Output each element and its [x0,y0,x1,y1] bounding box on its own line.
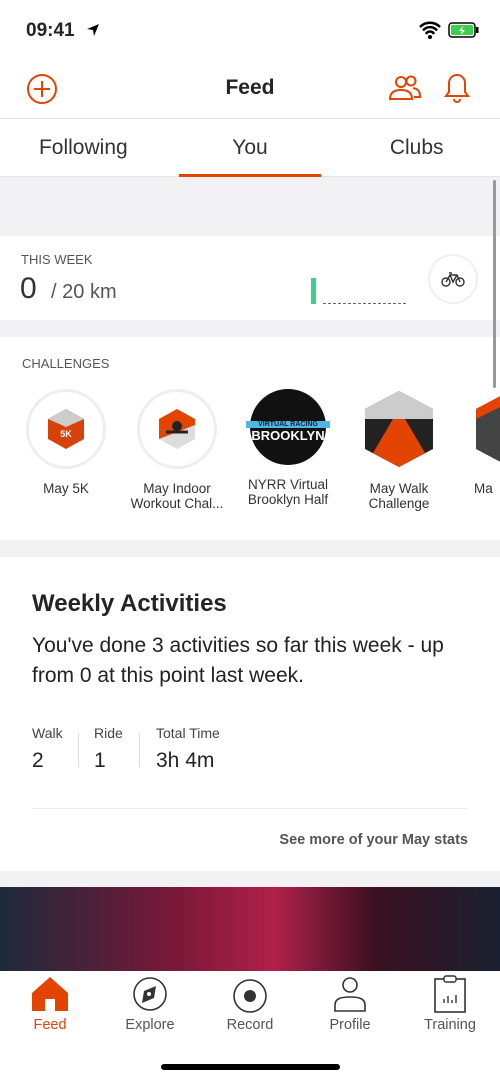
challenge-name: May 5K [43,481,89,496]
battery-icon [448,22,479,38]
challenge-item[interactable]: 5K May 5K [11,389,121,496]
challenges-label: CHALLENGES [22,356,110,371]
challenge-item[interactable]: May Indoor Workout Chal... [122,389,232,511]
challenge-badge: VIRTUAL RACING BROOKLYN [246,389,330,465]
tab-label: Record [226,1017,274,1033]
stat-value: 2 [32,749,44,772]
stat-value: 1 [94,749,106,772]
goal-ring[interactable] [428,254,478,304]
tab-label: Profile [329,1017,371,1033]
stat-label: Walk [32,725,63,741]
challenge-item[interactable]: May Walk Challenge [344,389,454,511]
tab-you[interactable]: You [167,119,334,177]
weekly-activities-card: Weekly Activities You've done 3 activiti… [0,557,500,871]
challenge-item[interactable]: VIRTUAL RACING BROOKLYN NYRR Virtual Bro… [233,389,343,507]
tab-label: Explore [125,1017,175,1033]
challenges-card: CHALLENGES 5K May 5K May Indoor Workout … [0,337,500,540]
badge-text: BROOKLYN [251,428,325,443]
weekly-summary: You've done 3 activities so far this wee… [32,634,444,687]
stat-value: 3h 4m [156,749,215,772]
challenge-name: Ma [474,481,493,496]
tab-label: Feed [33,1017,67,1033]
challenge-name: NYRR Virtual Brooklyn Half [247,477,329,507]
tab-clubs[interactable]: Clubs [333,119,500,176]
scrollbar[interactable] [493,180,496,388]
challenge-badge [474,389,500,469]
record-icon [233,979,267,1013]
svg-text:5K: 5K [60,429,72,439]
this-week-label: THIS WEEK [21,252,93,267]
week-bar-today [311,278,316,304]
challenge-badge: 5K [26,389,106,469]
page-title: Feed [225,76,275,99]
stat-walk: Walk 2 [32,725,63,773]
see-more-stats-link[interactable]: See more of your May stats [279,832,468,848]
home-indicator[interactable] [161,1064,340,1070]
tab-label: Training [424,1017,476,1033]
training-clipboard-icon [434,975,466,1013]
status-bar: 09:41 [0,0,500,60]
stat-total-time: Total Time 3h 4m [156,725,220,773]
challenge-badge [359,389,439,469]
location-icon [87,24,99,36]
compass-icon [133,977,167,1011]
challenge-name: May Indoor Workout Chal... [130,481,224,511]
home-icon [32,977,68,1011]
badge-text: VIRTUAL RACING [246,421,330,428]
clock: 09:41 [26,20,75,41]
feed-tabs: Following You Clubs [0,118,500,177]
bike-icon [441,272,465,287]
divider [78,733,79,767]
challenge-badge [137,389,217,469]
distance-value: 0 [20,272,37,305]
top-nav: Feed [0,60,500,118]
week-baseline [323,303,406,304]
stat-label: Ride [94,725,123,741]
tab-following[interactable]: Following [0,119,167,176]
this-week-card[interactable]: THIS WEEK 0 / 20 km [0,236,500,320]
notifications-icon[interactable] [443,72,471,104]
wifi-icon [419,21,441,39]
week-chart [311,272,406,306]
weekly-title: Weekly Activities [32,590,227,617]
challenge-item[interactable]: Ma [455,389,500,496]
divider [32,808,468,809]
profile-icon [334,977,366,1012]
tab-training[interactable]: Training [400,971,500,1080]
stat-ride: Ride 1 [94,725,123,773]
challenge-name: May Walk Challenge [368,481,430,511]
find-friends-icon[interactable] [388,74,422,102]
tab-feed[interactable]: Feed [0,971,100,1080]
stat-label: Total Time [156,725,220,741]
divider [139,733,140,767]
distance-goal: / 20 km [51,281,117,303]
this-week-value: 0 / 20 km [20,272,117,306]
feed-photo[interactable] [0,887,500,971]
